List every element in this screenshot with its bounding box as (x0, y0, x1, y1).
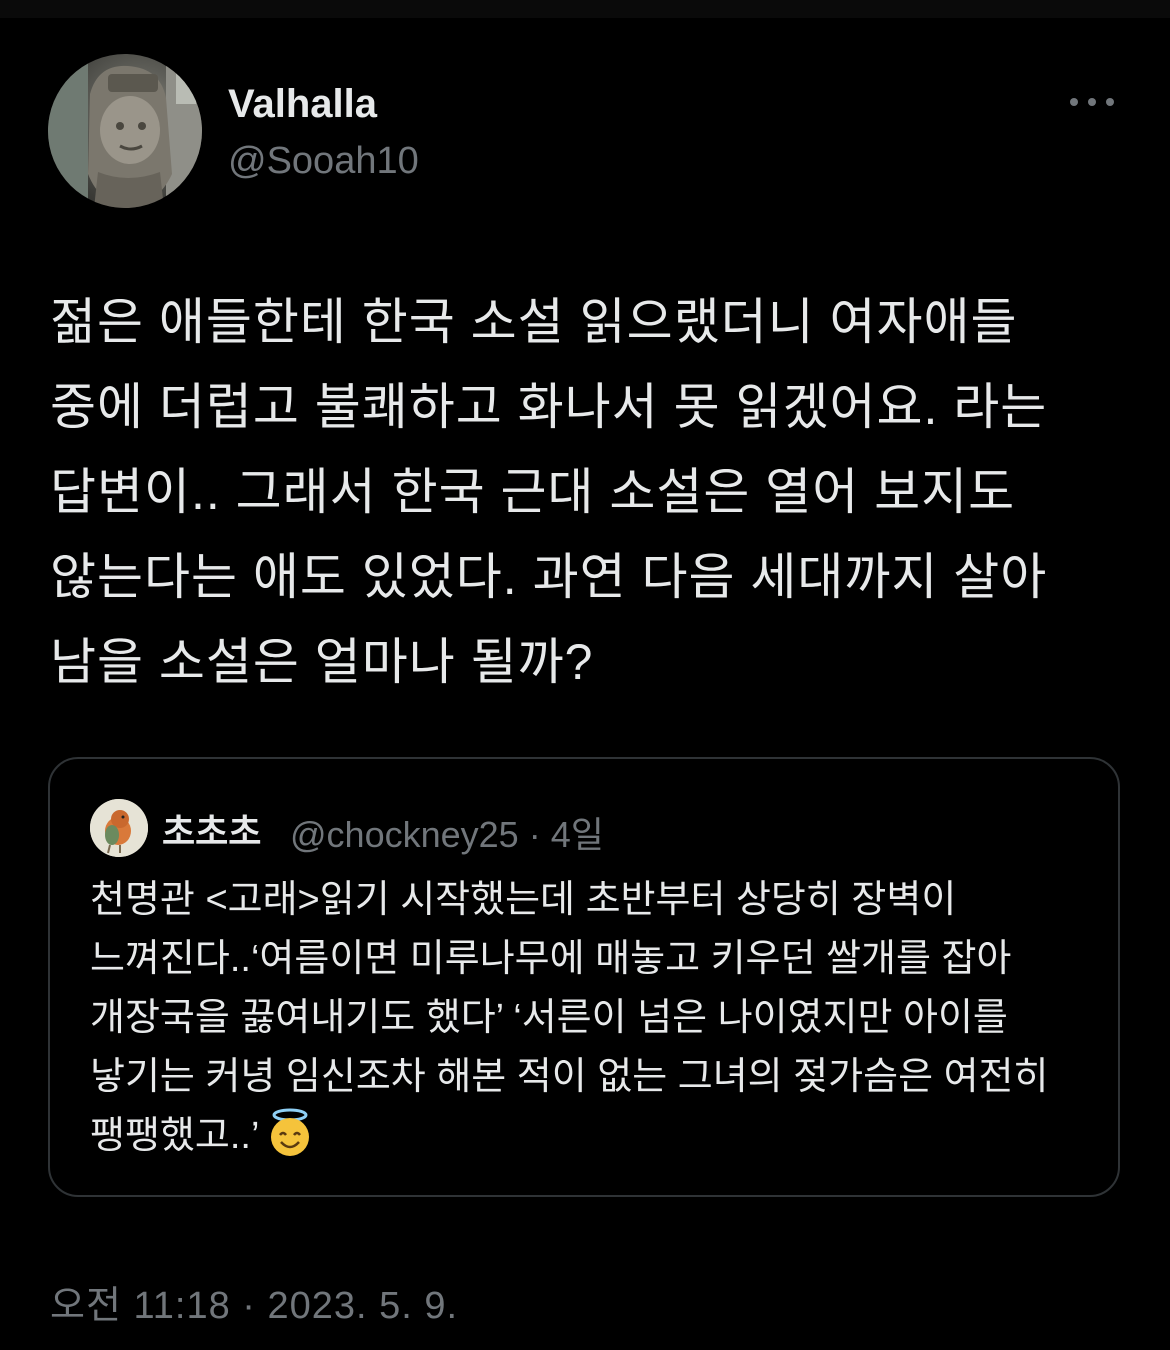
more-icon[interactable] (1070, 86, 1114, 116)
quote-age[interactable]: 4일 (551, 814, 604, 855)
quoted-tweet[interactable]: 초초초 @chockney25 · 4일 천명관 <고래>읽기 시작했는데 초반… (48, 757, 1120, 1197)
bird-icon (90, 799, 148, 857)
author-name[interactable]: Valhalla (228, 82, 377, 127)
quote-separator: · (528, 814, 541, 855)
stone-statue-icon (48, 54, 202, 208)
quote-text: 천명관 <고래>읽기 시작했는데 초반부터 상당히 장벽이 느껴진다..‘여름이… (90, 879, 1049, 1157)
quote-meta: @chockney25 · 4일 (290, 806, 604, 858)
quote-author-handle[interactable]: @chockney25 (290, 814, 519, 855)
top-divider (0, 0, 1170, 18)
quote-avatar[interactable] (90, 799, 148, 857)
avatar[interactable] (48, 54, 202, 208)
quote-text-block: 천명관 <고래>읽기 시작했는데 초반부터 상당히 장벽이 느껴진다..‘여름이… (90, 871, 1090, 1166)
smiling-face-with-halo-icon (271, 1108, 310, 1156)
tweet-header: Valhalla @Sooah10 (48, 54, 1122, 210)
tweet-text: 젊은 애들한테 한국 소설 읽으랬더니 여자애들 중에 더럽고 불쾌하고 화나서… (50, 294, 1048, 690)
tweet-timestamp[interactable]: 오전 11:18 · 2023. 5. 9. (50, 1274, 458, 1329)
quote-author-name[interactable]: 초초초 (162, 803, 261, 855)
author-handle[interactable]: @Sooah10 (228, 140, 419, 183)
